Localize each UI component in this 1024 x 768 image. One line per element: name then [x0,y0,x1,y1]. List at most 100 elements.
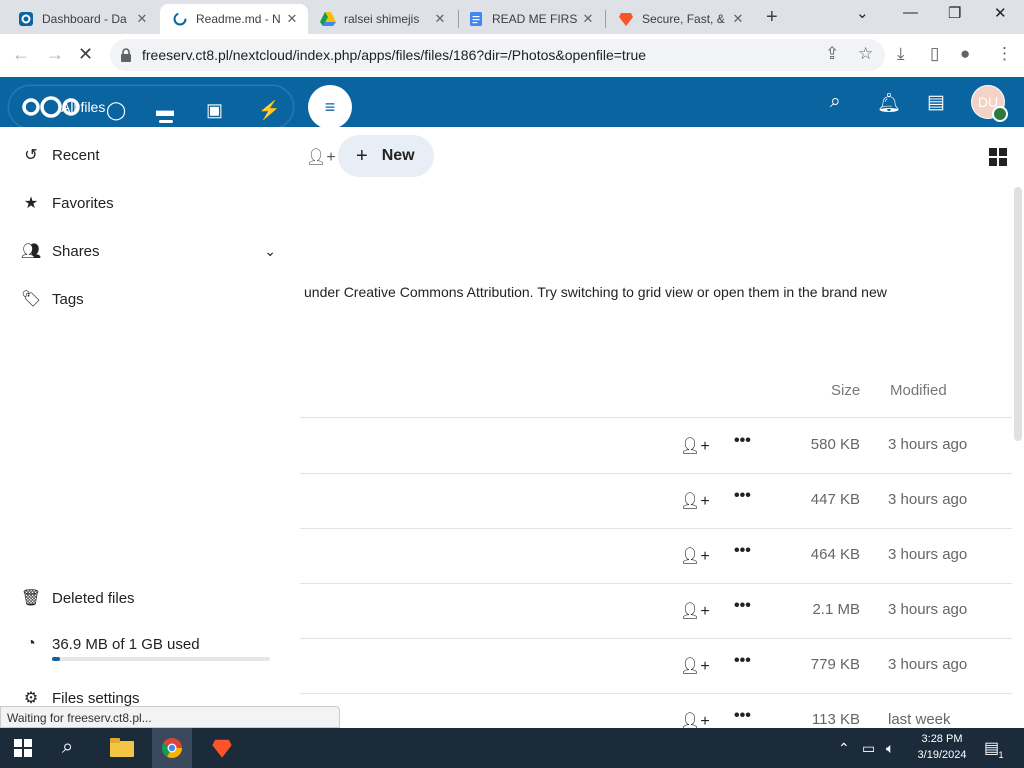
google-docs-icon [470,12,482,26]
browser-tab-brave[interactable]: Secure, Fast, & ✕ [606,4,754,34]
omnibox[interactable]: freeserv.ct8.pl/nextcloud/index.php/apps… [110,39,885,71]
windows-taskbar: ⌕ ⌃ ▭ 🔈︎ 3:28 PM 3/19/2024 ▤ 1 [0,728,1024,768]
file-explorer-icon[interactable] [110,738,134,758]
clock-date[interactable]: 3/19/2024 [912,749,972,761]
menu-kebab-icon[interactable]: ⋮ [996,44,1013,64]
tab-separator [458,10,459,28]
more-actions-icon[interactable]: ••• [734,487,751,505]
chevron-down-icon[interactable]: ⌄ [264,243,276,260]
notifications-bell-icon[interactable]: 🔔︎ [877,91,901,115]
new-tab-icon[interactable]: + [766,6,778,29]
lock-icon[interactable] [120,48,132,62]
share-icon: 👥︎ [20,243,42,260]
table-row[interactable]: 👤︎+ ••• 447 KB 3 hours ago [300,473,1012,529]
close-window-icon[interactable]: ✕ [994,4,1007,22]
files-sidebar: ↺ Recent ★ Favorites 👥︎ Shares ⌄ 🏷︎ Tags… [0,127,300,727]
forward-arrow-icon[interactable]: → [46,44,64,65]
stop-loading-icon[interactable]: ✕ [78,44,93,65]
photos-app-icon[interactable]: ▣ [206,100,223,121]
chrome-taskbar-button[interactable] [152,728,192,768]
files-app-icon[interactable]: ▬ [156,100,174,121]
close-tab-icon[interactable]: ✕ [430,11,450,27]
share-user-icon[interactable]: 👤︎+ [680,491,710,511]
new-button[interactable]: + New [338,135,434,177]
nextcloud-header: All files ◯ ▬ ▣ ⚡ ≡ ⌕ 🔔︎ ▤ DU [0,77,1024,129]
share-user-icon[interactable]: 👤︎+ [680,601,710,621]
network-icon[interactable]: ▭ [862,740,875,757]
close-tab-icon[interactable]: ✕ [578,11,598,27]
volume-muted-icon[interactable]: 🔈︎ [886,740,894,757]
url-text[interactable]: freeserv.ct8.pl/nextcloud/index.php/apps… [142,47,646,63]
more-actions-icon[interactable]: ••• [734,597,751,615]
sidebar-item-label: Tags [52,290,84,308]
share-user-icon[interactable]: 👤︎+ [680,546,710,566]
file-size: 113 KB [811,711,860,728]
sidebar-item-label: Files settings [52,689,140,707]
user-avatar[interactable]: DU [971,85,1008,122]
table-row[interactable]: 👤︎+ ••• 2.1 MB 3 hours ago [300,583,1012,639]
restore-icon[interactable]: ❐ [948,4,961,22]
side-panel-icon[interactable]: ▯ [930,44,939,64]
chevron-up-icon[interactable]: ⌃ [838,740,850,757]
sidebar-item-label: Deleted files [52,589,135,607]
brave-taskbar-button[interactable] [202,728,242,768]
dashboard-app-icon[interactable]: ◯ [106,100,126,121]
browser-tab-dashboard[interactable]: Dashboard - Da ✕ [6,4,158,34]
more-actions-icon[interactable]: ••• [734,707,751,725]
table-row[interactable]: 👤︎+ ••• 779 KB 3 hours ago [300,638,1012,694]
more-actions-icon[interactable]: ••• [734,542,751,560]
windows-start-icon[interactable] [14,739,32,757]
search-icon[interactable]: ⌕ [62,736,73,759]
star-icon: ★ [23,195,39,212]
sidebar-item-deleted-files[interactable]: 🗑︎ Deleted files [20,578,135,618]
share-user-icon[interactable]: 👤︎+ [680,436,710,456]
pie-chart-icon: ◔ [26,635,36,652]
download-icon[interactable]: ⤓ [897,44,905,64]
navigation-toggle-button[interactable]: ≡ [308,85,352,129]
minimize-icon[interactable]: — [903,4,918,21]
more-actions-icon[interactable]: ••• [734,432,751,450]
profile-icon[interactable]: ● [960,44,970,64]
sidebar-item-shares[interactable]: 👥︎ Shares ⌄ [20,231,278,271]
more-actions-icon[interactable]: ••• [734,652,751,670]
sidebar-item-tags[interactable]: 🏷︎ Tags [20,279,84,319]
readme-text: under Creative Commons Attribution. Try … [304,284,887,300]
contacts-icon[interactable]: ▤ [927,91,945,114]
files-main: 👤︎+ + New under Creative Commons Attribu… [300,127,1024,749]
quota-progress-fill [52,657,60,661]
grid-view-icon[interactable] [988,147,1008,167]
tag-icon: 🏷︎ [20,291,42,308]
tab-title: READ ME FIRST [492,12,578,26]
bookmark-star-icon[interactable]: ☆ [858,44,873,64]
browser-tab-docs[interactable]: READ ME FIRST ✕ [456,4,604,34]
scrollbar[interactable] [1014,187,1022,441]
back-arrow-icon[interactable]: ← [12,44,30,65]
share-user-icon[interactable]: 👤︎+ [680,656,710,676]
activity-app-icon[interactable]: ⚡ [258,100,280,121]
close-tab-icon[interactable]: ✕ [282,11,302,27]
browser-status-bar: Waiting for freeserv.ct8.pl... [0,706,340,728]
sidebar-item-recent[interactable]: ↺ Recent [20,135,99,175]
add-user-icon[interactable]: 👤︎+ [306,147,336,167]
close-tab-icon[interactable]: ✕ [132,11,152,27]
browser-tab-readme[interactable]: Readme.md - N ✕ [160,4,308,34]
column-header-modified[interactable]: Modified [890,382,947,399]
file-size: 447 KB [810,491,860,508]
browser-tab-drive[interactable]: ralsei shimejis ✕ [308,4,456,34]
app-navigation-pill: All files ◯ ▬ ▣ ⚡ [8,85,294,129]
table-row[interactable]: 👤︎+ ••• 580 KB 3 hours ago [300,418,1012,474]
trash-icon: 🗑︎ [20,590,42,607]
share-page-icon[interactable]: ⇪ [825,44,839,64]
quota-label: 36.9 MB of 1 GB used [52,635,200,653]
history-icon: ↺ [24,147,38,164]
tab-separator [605,10,606,28]
sidebar-item-favorites[interactable]: ★ Favorites [20,183,114,223]
column-header-size[interactable]: Size [831,382,860,399]
table-row[interactable]: 👤︎+ ••• 464 KB 3 hours ago [300,528,1012,584]
file-modified: 3 hours ago [888,491,968,508]
search-icon[interactable]: ⌕ [830,91,841,113]
close-tab-icon[interactable]: ✕ [728,11,748,27]
tab-search-chevron-icon[interactable]: ⌄ [856,4,869,22]
new-button-label: New [381,147,415,164]
clock-time[interactable]: 3:28 PM [912,733,972,745]
